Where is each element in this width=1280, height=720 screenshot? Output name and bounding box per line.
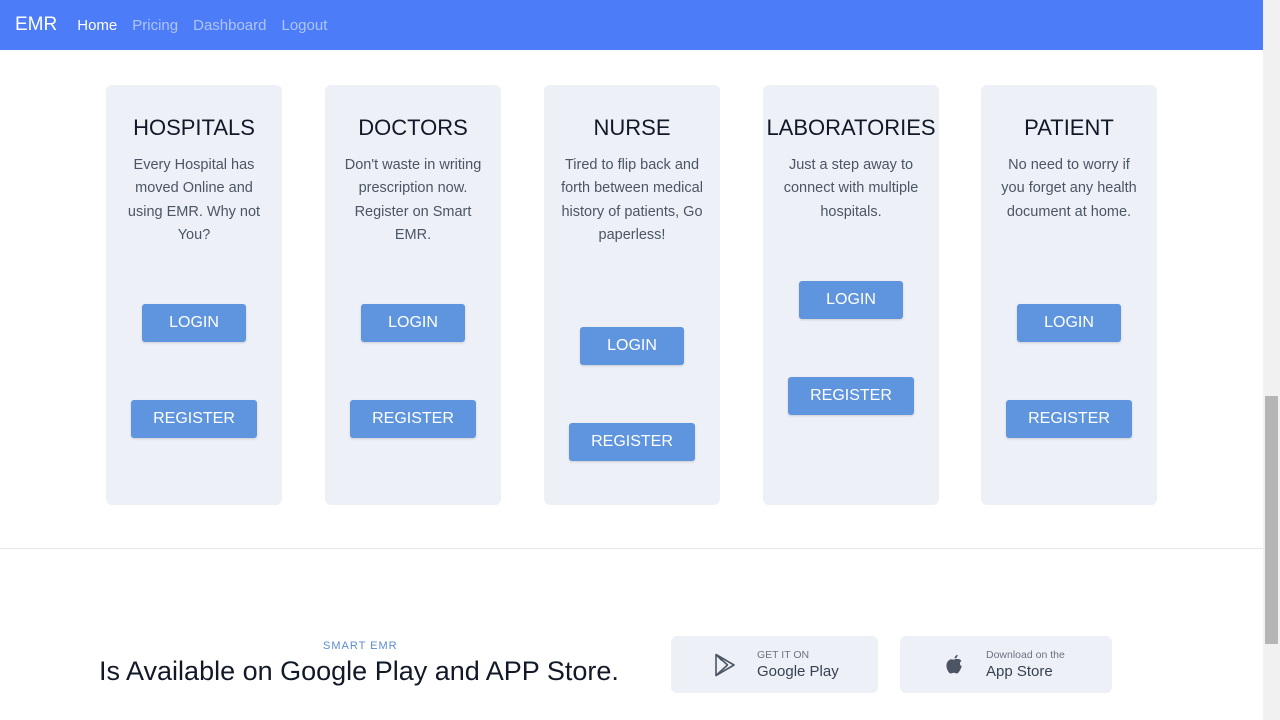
- nav-link-pricing[interactable]: Pricing: [132, 17, 178, 34]
- brand-logo[interactable]: EMR: [15, 14, 57, 36]
- nav-link-logout[interactable]: Logout: [282, 17, 328, 34]
- patient-register-button[interactable]: REGISTER: [1006, 400, 1132, 438]
- card-title: PATIENT: [1024, 115, 1114, 140]
- card-laboratories: LABORATORIES Just a step away to connect…: [763, 85, 939, 505]
- apple-icon: [942, 653, 966, 677]
- role-cards-section: HOSPITALS Every Hospital has moved Onlin…: [0, 85, 1263, 505]
- page-scrollbar[interactable]: [1263, 0, 1280, 720]
- card-title: NURSE: [593, 115, 671, 140]
- section-divider: [0, 548, 1263, 549]
- scrollbar-thumb[interactable]: [1265, 396, 1278, 644]
- card-description: Don't waste in writing prescription now.…: [344, 157, 482, 244]
- hospitals-login-button[interactable]: LOGIN: [142, 304, 246, 342]
- card-description: Tired to flip back and forth between med…: [561, 157, 703, 244]
- google-play-button[interactable]: GET IT ON Google Play: [671, 636, 878, 693]
- top-navbar: EMR Home Pricing Dashboard Logout: [0, 0, 1263, 50]
- app-store-label: App Store: [986, 663, 1053, 680]
- card-title: LABORATORIES: [766, 115, 936, 140]
- card-hospitals: HOSPITALS Every Hospital has moved Onlin…: [106, 85, 282, 505]
- availability-headline: Is Available on Google Play and APP Stor…: [99, 656, 619, 686]
- nav-link-dashboard[interactable]: Dashboard: [193, 17, 266, 34]
- app-store-button[interactable]: Download on the App Store: [900, 636, 1112, 693]
- card-doctors: DOCTORS Don't waste in writing prescript…: [325, 85, 501, 505]
- card-title: DOCTORS: [358, 115, 468, 140]
- doctors-login-button[interactable]: LOGIN: [361, 304, 465, 342]
- google-play-icon: [713, 653, 737, 677]
- card-description: Just a step away to connect with multipl…: [783, 157, 919, 220]
- google-play-text: GET IT ON Google Play: [757, 649, 839, 680]
- app-store-small-label: Download on the: [986, 649, 1065, 661]
- nurse-register-button[interactable]: REGISTER: [569, 423, 695, 461]
- laboratories-register-button[interactable]: REGISTER: [788, 377, 914, 415]
- card-title: HOSPITALS: [133, 115, 255, 140]
- nav-link-home[interactable]: Home: [77, 17, 117, 34]
- nurse-login-button[interactable]: LOGIN: [580, 327, 684, 365]
- section-eyebrow: SMART EMR: [323, 640, 398, 652]
- hospitals-register-button[interactable]: REGISTER: [131, 400, 257, 438]
- google-play-small-label: GET IT ON: [757, 649, 810, 661]
- card-nurse: NURSE Tired to flip back and forth betwe…: [544, 85, 720, 505]
- google-play-label: Google Play: [757, 663, 839, 680]
- doctors-register-button[interactable]: REGISTER: [350, 400, 476, 438]
- app-store-text: Download on the App Store: [986, 649, 1065, 680]
- card-description: Every Hospital has moved Online and usin…: [127, 157, 261, 244]
- card-description: No need to worry if you forget any healt…: [1001, 157, 1137, 220]
- patient-login-button[interactable]: LOGIN: [1017, 304, 1121, 342]
- card-patient: PATIENT No need to worry if you forget a…: [981, 85, 1157, 505]
- laboratories-login-button[interactable]: LOGIN: [799, 281, 903, 319]
